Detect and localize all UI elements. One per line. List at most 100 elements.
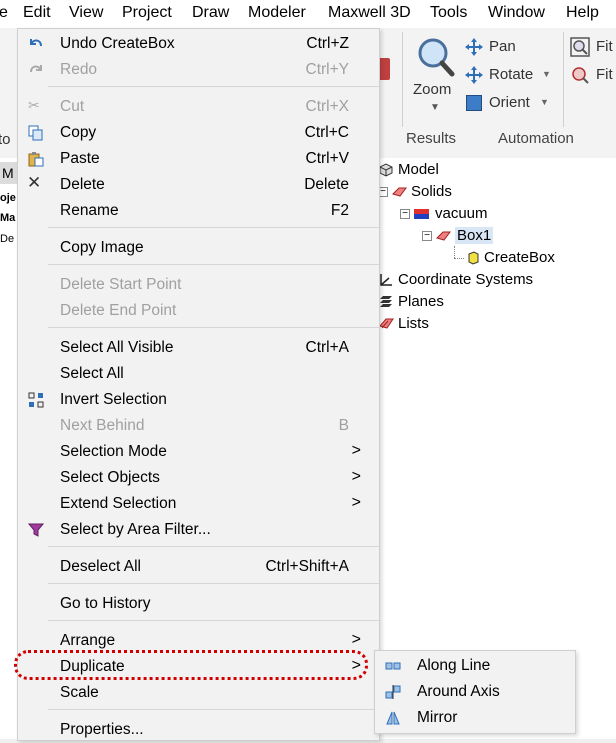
coordinate-system-icon: [380, 273, 392, 286]
menu-item-label: Paste: [60, 150, 100, 167]
fit-all-label: Fit: [596, 38, 613, 55]
menu-item-shortcut: F2: [330, 202, 349, 219]
menu-item-go-to-history[interactable]: Go to History: [18, 591, 379, 617]
zoom-button[interactable]: Zoom ▼: [410, 34, 460, 119]
menu-item-undo[interactable]: Undo CreateBox Ctrl+Z: [18, 31, 379, 57]
submenu-item-along-line[interactable]: Along Line: [375, 653, 575, 679]
tree-node-box1[interactable]: − Box1: [422, 227, 494, 244]
menu-item-label: Undo CreateBox: [60, 35, 175, 52]
submenu-item-mirror[interactable]: Mirror: [375, 705, 575, 731]
menu-view[interactable]: View: [69, 4, 103, 22]
menu-item-label: Invert Selection: [60, 391, 167, 408]
menu-item-label: Scale: [60, 684, 99, 701]
menu-item-label: Copy Image: [60, 239, 144, 256]
menu-separator: [48, 546, 379, 547]
collapse-icon[interactable]: −: [400, 208, 410, 219]
menu-item-delete[interactable]: ✕ Delete Delete: [18, 172, 379, 198]
menu-item-delete-end-point[interactable]: Delete End Point: [18, 298, 379, 324]
mirror-icon: [386, 711, 400, 725]
submenu-item-around-axis[interactable]: Around Axis: [375, 679, 575, 705]
tree-connector: [454, 258, 464, 259]
menu-item-shortcut: Delete: [304, 176, 349, 193]
automation-group-label[interactable]: Automation: [498, 130, 574, 147]
menu-draw[interactable]: Draw: [192, 4, 229, 22]
menu-project[interactable]: Project: [122, 4, 172, 22]
menu-item-select-all-visible[interactable]: Select All Visible Ctrl+A: [18, 335, 379, 361]
menu-item-label: Next Behind: [60, 417, 145, 434]
menu-item-paste[interactable]: Paste Ctrl+V: [18, 146, 379, 172]
menu-modeler[interactable]: Modeler: [248, 4, 306, 22]
tree-label: Solids: [411, 183, 452, 200]
orient-button[interactable]: Orient ▼: [464, 92, 559, 116]
rotate-label: Rotate: [489, 66, 534, 83]
menu-item-label: Delete End Point: [60, 302, 177, 319]
panel-tab-label: M: [2, 165, 14, 181]
tree-node-planes[interactable]: Planes: [378, 293, 444, 310]
menu-item-label: Select All Visible: [60, 339, 174, 356]
menu-window[interactable]: Window: [488, 4, 545, 22]
along-line-icon: [385, 662, 401, 670]
menu-item-select-by-area-filter[interactable]: Select by Area Filter...: [18, 517, 379, 543]
copy-icon: [28, 125, 43, 141]
panel-tab[interactable]: M: [0, 162, 18, 184]
menu-separator: [48, 583, 379, 584]
tree-label: CreateBox: [484, 249, 555, 266]
menu-tools[interactable]: Tools: [430, 4, 467, 22]
menu-item-shortcut: Ctrl+X: [305, 98, 350, 115]
menu-separator: [48, 264, 379, 265]
fit-all-button[interactable]: Fit: [570, 36, 616, 60]
menu-item-deselect-all[interactable]: Deselect All Ctrl+Shift+A: [18, 554, 379, 580]
menu-item-label: Arrange: [60, 632, 116, 649]
design-stub-text: De: [0, 233, 15, 245]
menu-item-label: Copy: [60, 124, 97, 141]
menu-item-label: Go to History: [60, 595, 151, 612]
menu-item-label: Cut: [60, 98, 85, 115]
submenu-arrow-icon: >: [351, 442, 361, 459]
menu-item-shortcut: Ctrl+A: [305, 339, 350, 356]
ribbon-stub-label: to: [0, 131, 11, 148]
tree-node-createbox[interactable]: CreateBox: [466, 249, 555, 266]
menu-edit[interactable]: Edit: [23, 4, 51, 22]
menu-separator: [48, 620, 379, 621]
menu-help[interactable]: Help: [566, 4, 599, 22]
collapse-icon[interactable]: −: [422, 230, 432, 241]
rotate-button[interactable]: Rotate ▼: [464, 64, 559, 88]
tree-node-lists[interactable]: Lists: [378, 315, 429, 332]
tree-node-vacuum[interactable]: − vacuum: [400, 205, 488, 222]
pan-button[interactable]: Pan: [464, 36, 544, 60]
menu-item-label: Properties...: [60, 721, 144, 738]
duplicate-highlight-annotation: [14, 650, 368, 680]
material-icon: [414, 208, 429, 219]
menu-item-copy[interactable]: Copy Ctrl+C: [18, 120, 379, 146]
tree-node-coordinate-systems[interactable]: Coordinate Systems: [378, 271, 533, 288]
menu-item-select-objects[interactable]: Select Objects >: [18, 465, 379, 491]
menu-item-copy-image[interactable]: Copy Image: [18, 235, 379, 261]
menu-item-redo[interactable]: Redo Ctrl+Y: [18, 57, 379, 83]
menu-item-select-all[interactable]: Select All: [18, 361, 379, 387]
menu-item-selection-mode[interactable]: Selection Mode >: [18, 439, 379, 465]
fit-selected-button[interactable]: Fit: [570, 64, 616, 88]
model-icon: [379, 162, 393, 177]
submenu-item-label: Along Line: [417, 657, 491, 674]
menu-item-extend-selection[interactable]: Extend Selection >: [18, 491, 379, 517]
menu-item-label: Redo: [60, 61, 98, 78]
menu-file-partial[interactable]: e: [0, 4, 8, 22]
orient-icon: [466, 95, 482, 111]
project-stub-text: oje: [0, 192, 16, 204]
menu-item-next-behind[interactable]: Next Behind B: [18, 413, 379, 439]
tree-label: vacuum: [435, 205, 488, 222]
menu-maxwell3d[interactable]: Maxwell 3D: [328, 4, 411, 22]
results-group-label[interactable]: Results: [406, 130, 456, 147]
menu-item-delete-start-point[interactable]: Delete Start Point: [18, 272, 379, 298]
menu-item-invert-selection[interactable]: Invert Selection: [18, 387, 379, 413]
menu-item-cut[interactable]: ✂ Cut Ctrl+X: [18, 94, 379, 120]
tree-node-model[interactable]: Model: [378, 161, 439, 178]
submenu-item-label: Mirror: [417, 709, 458, 726]
menu-item-label: Extend Selection: [60, 495, 177, 512]
tree-node-solids[interactable]: − Solids: [378, 183, 452, 200]
project-manager-panel: M oje Ma De: [0, 158, 18, 739]
menu-item-rename[interactable]: Rename F2: [18, 198, 379, 224]
menu-item-properties[interactable]: Properties...: [18, 717, 379, 743]
submenu-arrow-icon: >: [351, 468, 361, 485]
menu-item-scale[interactable]: Scale: [18, 680, 379, 706]
